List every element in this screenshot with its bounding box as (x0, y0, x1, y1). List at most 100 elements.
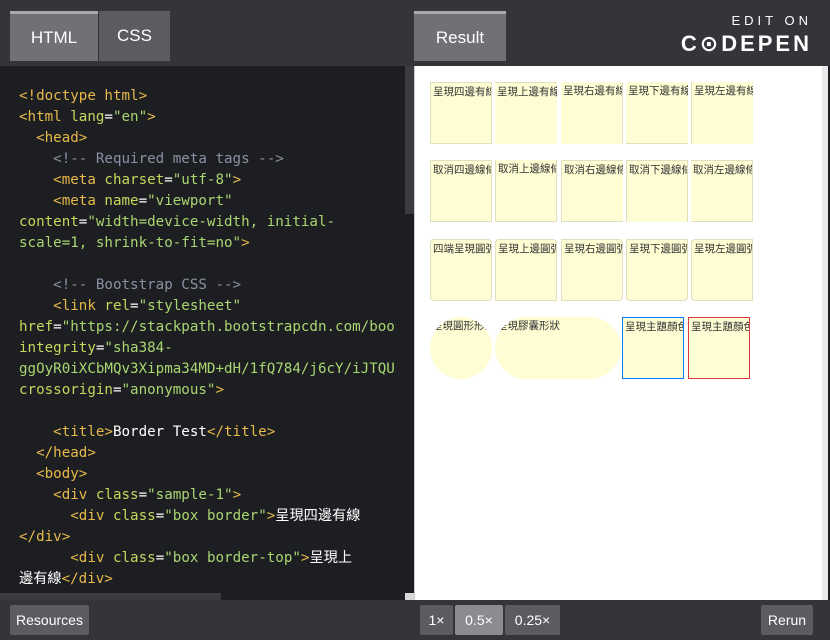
codepen-wordmark: C⊙DEPEN (680, 31, 812, 56)
tab-html[interactable]: HTML (10, 11, 98, 61)
code-token: </div> (19, 529, 71, 545)
code-token: = (164, 172, 173, 188)
code-horizontal-scrollbar[interactable] (0, 593, 221, 600)
code-token: = (112, 382, 122, 398)
code-token: <!-- Bootstrap CSS --> (19, 277, 242, 293)
result-box: 呈現右邊有線 (561, 82, 623, 144)
code-token: href (19, 319, 54, 335)
code-token: integrity (19, 340, 96, 356)
code-token: <html (19, 109, 71, 125)
code-token: lang (70, 109, 105, 125)
code-token: rel (104, 298, 131, 314)
code-token: "box border-top" (164, 550, 301, 566)
code-line: <title>Border Test</title> (19, 422, 409, 443)
code-token: > (147, 109, 156, 125)
code-line: <!-- Bootstrap CSS --> (19, 275, 409, 296)
scrollbar-corner (405, 593, 414, 600)
code-line: integrity="sha384- (19, 338, 409, 359)
code-token: > (241, 235, 250, 251)
code-token: <head> (19, 130, 88, 146)
code-token: "sha384- (104, 340, 173, 356)
code-content[interactable]: <!doctype html> <html lang="en"> <head> <… (19, 86, 409, 590)
result-box: 取消左邊線條 (691, 160, 753, 222)
code-token: <!-- Required meta tags --> (19, 151, 284, 167)
code-line: <div class="box border-top">呈現上 (19, 548, 409, 569)
code-line: <div class="sample-1"> (19, 485, 409, 506)
code-line: scale=1, shrink-to-fit=no"> (19, 233, 409, 254)
code-token: > (266, 508, 276, 524)
result-box: 呈現圓形形狀 (430, 317, 492, 379)
code-line: content="width=device-width, initial- (19, 212, 409, 233)
edit-on-label: EDIT ON (731, 13, 812, 28)
result-box: 呈現膠囊形狀 (495, 317, 621, 379)
result-box: 呈現上邊有線 (495, 82, 557, 144)
code-token: name (104, 193, 139, 209)
code-token: 邊有線 (19, 571, 62, 587)
code-token: > (232, 487, 242, 503)
code-token: <meta (19, 172, 105, 188)
code-token: = (138, 193, 148, 209)
html-code-editor[interactable]: <!doctype html> <html lang="en"> <head> <… (0, 66, 414, 600)
result-box: 呈現下邊圓弧 (626, 239, 688, 301)
result-box: 呈現四邊有線 (430, 82, 492, 144)
code-token: </head> (19, 445, 96, 461)
code-line: <!-- Required meta tags --> (19, 149, 409, 170)
result-box: 呈現上邊圓弧 (495, 239, 557, 301)
code-token: ggOyR0iXCbMQv3Xipma34MD+dH/1fQ784/j6cY/i… (19, 361, 395, 377)
code-line: <!doctype html> (19, 86, 409, 107)
code-line: <body> (19, 464, 409, 485)
code-token: <link (19, 298, 105, 314)
code-token: = (155, 550, 165, 566)
code-line: <meta name="viewport" (19, 191, 409, 212)
code-token: Border Test (112, 424, 207, 440)
code-token: charset (104, 172, 165, 188)
zoom-0-25x-button[interactable]: 0.25× (505, 605, 560, 635)
code-token: = (53, 319, 62, 335)
code-token: = (104, 109, 113, 125)
code-token: "stylesheet" (138, 298, 242, 314)
result-box: 取消下邊線條 (626, 160, 688, 222)
result-box: 呈現主題顏色 (622, 317, 684, 379)
code-token: <!doctype html> (19, 88, 148, 104)
resources-button[interactable]: Resources (10, 605, 89, 635)
code-token: = (138, 487, 148, 503)
code-vertical-scrollbar[interactable] (405, 66, 414, 214)
code-token: <div (19, 550, 113, 566)
rerun-button[interactable]: Rerun (761, 605, 813, 635)
code-line: </head> (19, 443, 409, 464)
code-token: = (155, 508, 165, 524)
codepen-logo[interactable]: EDIT ON C⊙DEPEN (681, 13, 812, 57)
result-box: 呈現左邊有線 (691, 82, 753, 144)
code-token: "https://stackpath.bootstrapcdn.com/boo (61, 319, 395, 335)
code-line: <meta charset="utf-8"> (19, 170, 409, 191)
code-token: <div (19, 508, 113, 524)
code-token: </title> (206, 424, 276, 440)
code-token: "utf-8" (172, 172, 233, 188)
code-line: <div class="box border">呈現四邊有線 (19, 506, 409, 527)
tab-css[interactable]: CSS (99, 11, 170, 61)
result-box: 呈現主題顏色 (688, 317, 750, 379)
code-token: "width=device-width, initial- (87, 214, 336, 230)
code-line: href="https://stackpath.bootstrapcdn.com… (19, 317, 409, 338)
code-token: > (215, 382, 225, 398)
code-token: "en" (112, 109, 148, 125)
code-line: 邊有線</div> (19, 569, 409, 590)
code-token: "sample-1" (147, 487, 233, 503)
result-box: 取消右邊線條 (561, 160, 623, 222)
code-line: <html lang="en"> (19, 107, 409, 128)
tab-result[interactable]: Result (414, 11, 506, 61)
code-token: <meta (19, 193, 105, 209)
result-scrollbar[interactable] (822, 66, 828, 600)
zoom-1x-button[interactable]: 1× (420, 605, 453, 635)
code-line: crossorigin="anonymous"> (19, 380, 409, 401)
code-token: = (130, 298, 139, 314)
code-token: 呈現上 (309, 550, 353, 566)
zoom-0-5x-button[interactable]: 0.5× (455, 605, 503, 635)
result-box: 取消上邊線條 (495, 160, 557, 222)
code-token: "anonymous" (121, 382, 216, 398)
code-token: <body> (19, 466, 88, 482)
code-token: crossorigin (19, 382, 113, 398)
result-preview[interactable]: 呈現四邊有線 呈現上邊有線 呈現右邊有線 呈現下邊有線 呈現左邊有線 取消四邊線條 取消上邊… (414, 66, 827, 600)
